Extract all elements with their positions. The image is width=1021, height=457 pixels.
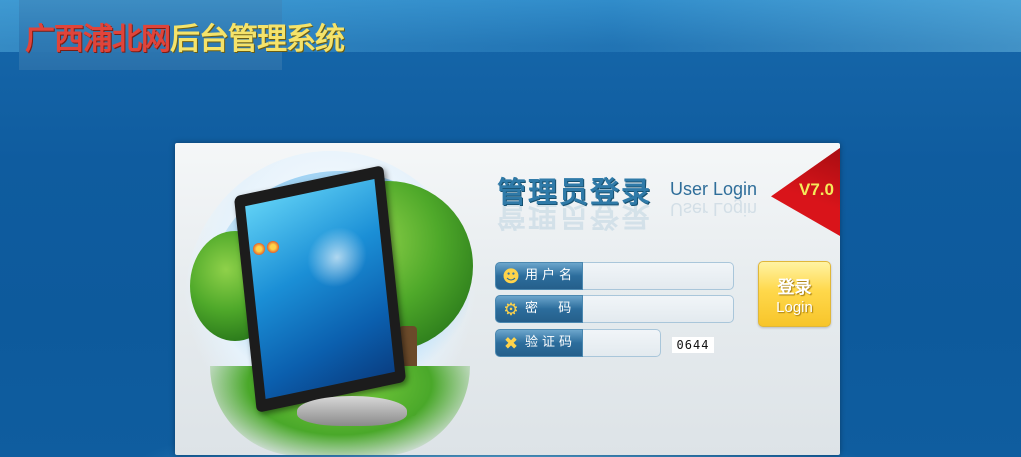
login-button[interactable]: 登录 Login — [758, 261, 831, 327]
tools-icon: ✖ — [503, 334, 519, 354]
site-logo: 广西浦北网后台管理系统 — [25, 14, 345, 58]
login-subtitle: User Login — [670, 179, 758, 199]
username-row: ☻ 用户名 — [495, 262, 734, 290]
username-label-box: ☻ 用户名 — [495, 262, 583, 290]
captcha-row: ✖ 验证码 — [495, 329, 661, 357]
screen-glow — [303, 221, 370, 294]
password-label: 密 码 — [525, 301, 576, 316]
logo-site-name: 广西浦北网 — [25, 22, 171, 57]
captcha-image[interactable]: 0644 — [672, 337, 714, 353]
login-button-label-cn: 登录 — [777, 278, 812, 298]
monitor-screen — [245, 179, 395, 399]
password-label-box: ⚙ 密 码 — [495, 295, 583, 323]
captcha-label-box: ✖ 验证码 — [495, 329, 583, 357]
users-icon: ☻ — [502, 267, 520, 287]
username-label: 用户名 — [525, 268, 577, 283]
illustration — [185, 151, 475, 455]
login-button-label-en: Login — [776, 299, 813, 316]
username-input[interactable] — [583, 262, 734, 290]
monitor-stand — [297, 396, 407, 426]
flower-icon — [267, 241, 279, 253]
password-row: ⚙ 密 码 — [495, 295, 734, 323]
password-input[interactable] — [583, 295, 734, 323]
monitor-image — [233, 165, 407, 413]
login-panel: 管理员登录 管理员登录 User Login User Login V7.0 ☻… — [175, 143, 840, 455]
captcha-label: 验证码 — [525, 335, 577, 350]
key-icon: ⚙ — [503, 300, 519, 320]
captcha-input[interactable] — [583, 329, 661, 357]
login-subtitle-reflection: User Login — [670, 199, 758, 219]
flower-icon — [253, 243, 265, 255]
login-title-reflection: 管理员登录 — [497, 199, 653, 233]
version-badge: V7.0 — [799, 180, 834, 199]
logo-system-name: 后台管理系统 — [170, 22, 345, 57]
